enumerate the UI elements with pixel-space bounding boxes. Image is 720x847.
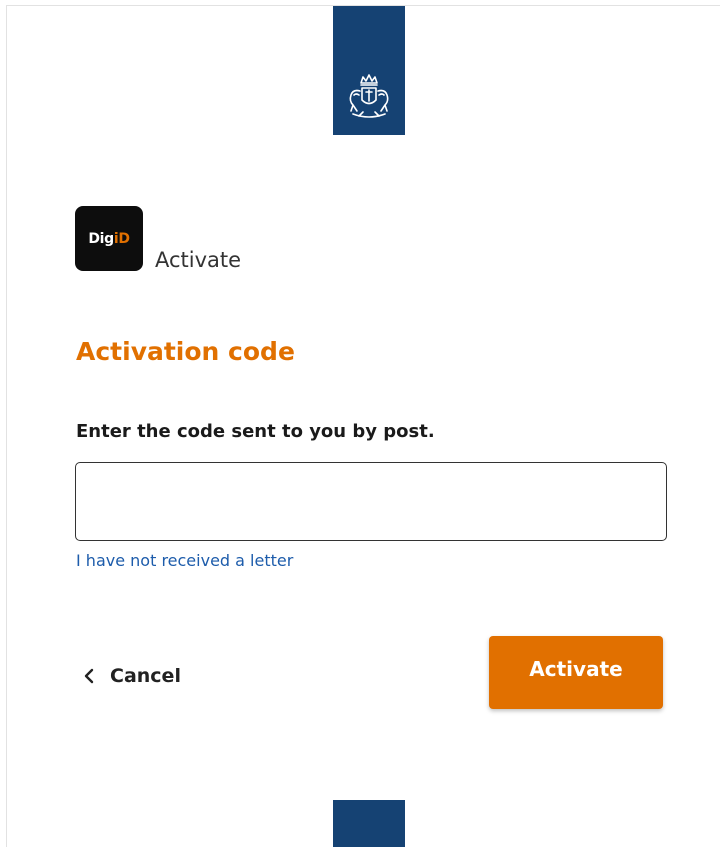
government-footer-ribbon: [333, 800, 405, 847]
app-name: Activate: [155, 248, 242, 272]
coat-of-arms-icon: [349, 74, 389, 118]
activation-code-input[interactable]: [75, 462, 667, 541]
chevron-left-icon: [80, 667, 98, 685]
logo-text-dig: Dig: [88, 230, 114, 247]
cancel-label: Cancel: [110, 665, 181, 687]
activation-code-label: Enter the code sent to you by post.: [76, 421, 435, 442]
page-title: Activation code: [76, 337, 295, 366]
logo-text-id: iD: [113, 230, 130, 247]
cancel-button[interactable]: Cancel: [80, 660, 181, 692]
no-letter-link[interactable]: I have not received a letter: [76, 550, 293, 572]
digid-logo: Dig iD: [75, 206, 143, 271]
activate-button[interactable]: Activate: [489, 636, 663, 709]
government-header-ribbon: [333, 6, 405, 135]
